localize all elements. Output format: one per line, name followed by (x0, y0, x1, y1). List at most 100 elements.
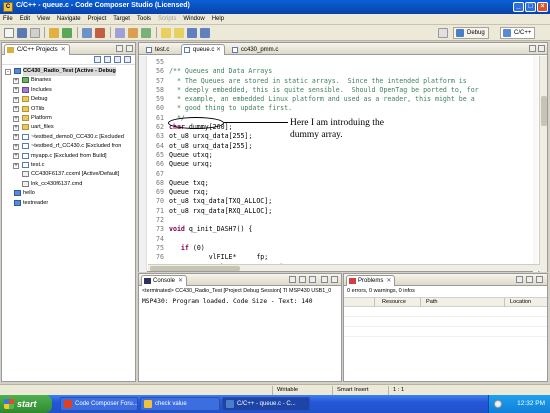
tab-cpp-projects[interactable]: C/C++ Projects ✕ (4, 44, 70, 55)
menu-edit[interactable]: Edit (20, 16, 30, 22)
tree-item[interactable]: + OTlib (2, 105, 135, 114)
close-tab-icon[interactable]: ✕ (61, 47, 66, 53)
tree-item[interactable]: + ~testbed_demo0_CC430.c [Excluded (2, 133, 135, 142)
menu-target[interactable]: Target (113, 16, 130, 22)
cpp-perspective-button[interactable]: C/C++ (500, 27, 536, 39)
collapse-icon[interactable]: - (5, 68, 11, 75)
editor-vertical-scrollbar[interactable] (539, 56, 547, 272)
expand-icon[interactable]: + (13, 162, 19, 169)
maximize-editor-icon[interactable] (538, 45, 545, 52)
maximize-button[interactable]: □ (525, 2, 536, 12)
tree-item[interactable]: lnk_cc430f6137.cmd (2, 180, 135, 189)
link-editor-icon[interactable] (124, 56, 131, 63)
windows-logo-icon (4, 399, 14, 409)
menu-view[interactable]: View (37, 16, 50, 22)
save-icon[interactable] (17, 28, 27, 38)
tab-console[interactable]: Console ✕ (141, 275, 188, 286)
column-divider[interactable] (504, 298, 505, 307)
expand-icon[interactable]: + (13, 124, 19, 131)
tree-item[interactable]: + test.c (2, 161, 135, 170)
menu-file[interactable]: File (3, 16, 13, 22)
console-clear-icon[interactable] (309, 276, 316, 283)
close-button[interactable]: × (537, 2, 548, 12)
code-area[interactable]: 55 56/** Queues and Data Arrays 57 * The Q… (149, 58, 541, 272)
expand-icon[interactable]: + (13, 77, 19, 84)
editor-horizontal-scrollbar[interactable] (148, 264, 540, 271)
expand-icon[interactable]: + (13, 87, 19, 94)
minimize-button[interactable]: _ (513, 2, 524, 12)
expand-icon[interactable]: + (13, 115, 19, 122)
menu-window[interactable]: Window (183, 16, 204, 22)
tree-item[interactable]: testreader (2, 199, 135, 208)
minimize-view-icon[interactable] (526, 276, 533, 283)
forward-nav-icon[interactable] (104, 56, 111, 63)
close-tab-icon[interactable]: ✕ (178, 278, 183, 284)
expand-icon[interactable]: + (13, 134, 19, 141)
tree-item[interactable]: - CC430_Radio_Test [Active - Debug (2, 67, 135, 76)
tree-item[interactable]: + ~testbed_rf_CC430.c [Excluded fron (2, 142, 135, 151)
back-icon[interactable] (187, 28, 197, 38)
open-perspective-icon[interactable] (438, 28, 448, 38)
start-button[interactable]: start (0, 395, 52, 413)
debug-perspective-button[interactable]: Debug (453, 27, 489, 39)
column-resource[interactable]: Resource (382, 299, 406, 305)
column-divider[interactable] (420, 298, 421, 307)
tray-icon[interactable] (494, 400, 502, 408)
menu-tools[interactable]: Tools (137, 16, 151, 22)
tree-item[interactable]: + Includes (2, 86, 135, 95)
new-icon[interactable] (4, 28, 14, 38)
search-icon[interactable] (115, 28, 125, 38)
editor-tab[interactable]: test.c (143, 44, 173, 55)
taskbar-task[interactable]: Code Composer Foru... (60, 397, 138, 411)
console-display-icon[interactable] (299, 276, 306, 283)
maximize-view-icon[interactable] (331, 276, 338, 283)
annotation-prev-icon[interactable] (174, 28, 184, 38)
back-nav-icon[interactable] (94, 56, 101, 63)
minimize-editor-icon[interactable] (529, 45, 536, 52)
minimize-view-icon[interactable] (116, 45, 123, 52)
build-icon[interactable] (49, 28, 59, 38)
expand-icon[interactable]: + (13, 153, 19, 160)
column-location[interactable]: Location (510, 299, 531, 305)
expand-icon[interactable]: + (13, 96, 19, 103)
target-icon[interactable] (95, 28, 105, 38)
column-path[interactable]: Path (426, 299, 438, 305)
close-tab-icon[interactable]: ✕ (214, 47, 221, 53)
open-type-icon[interactable] (128, 28, 138, 38)
print-icon[interactable] (30, 28, 40, 38)
minimize-view-icon[interactable] (321, 276, 328, 283)
tree-item[interactable]: + Platform (2, 114, 135, 123)
expand-icon[interactable]: + (13, 143, 19, 150)
tree-item[interactable]: hello (2, 189, 135, 198)
run-icon[interactable] (141, 28, 151, 38)
annotation-next-icon[interactable] (161, 28, 171, 38)
tree-item[interactable]: + Binaries (2, 76, 135, 85)
maximize-view-icon[interactable] (126, 45, 133, 52)
collapse-all-icon[interactable] (114, 56, 121, 63)
menu-help[interactable]: Help (212, 16, 224, 22)
menu-navigate[interactable]: Navigate (57, 16, 81, 22)
tree-item[interactable]: + myapp.c [Excluded from Build] (2, 152, 135, 161)
editor-tab[interactable]: queue.c ✕ (181, 44, 226, 55)
scroll-thumb[interactable] (150, 266, 240, 271)
tree-item[interactable]: + Debug (2, 95, 135, 104)
close-tab-icon[interactable]: ✕ (386, 278, 391, 284)
view-menu-icon[interactable] (516, 276, 523, 283)
expand-icon[interactable]: + (13, 106, 19, 113)
editor-tab[interactable]: cc430_pmm.c (229, 44, 282, 55)
taskbar-task[interactable]: check value (140, 397, 220, 411)
forward-icon[interactable] (200, 28, 210, 38)
maximize-view-icon[interactable] (536, 276, 543, 283)
scroll-thumb[interactable] (541, 96, 547, 126)
tab-problems[interactable]: Problems ✕ (346, 275, 396, 286)
taskbar-task[interactable]: C/C++ - queue.c - C... (222, 397, 310, 411)
menu-scripts[interactable]: Scripts (158, 16, 176, 22)
console-pin-icon[interactable] (289, 276, 296, 283)
menu-project[interactable]: Project (88, 16, 107, 22)
debug-run-icon[interactable] (62, 28, 72, 38)
column-divider[interactable] (374, 298, 375, 307)
problems-icon (349, 278, 356, 284)
tree-item[interactable]: + uart_files (2, 123, 135, 132)
tree-item[interactable]: CC430F6137.ccxml [Active/Default] (2, 170, 135, 179)
refresh-icon[interactable] (82, 28, 92, 38)
